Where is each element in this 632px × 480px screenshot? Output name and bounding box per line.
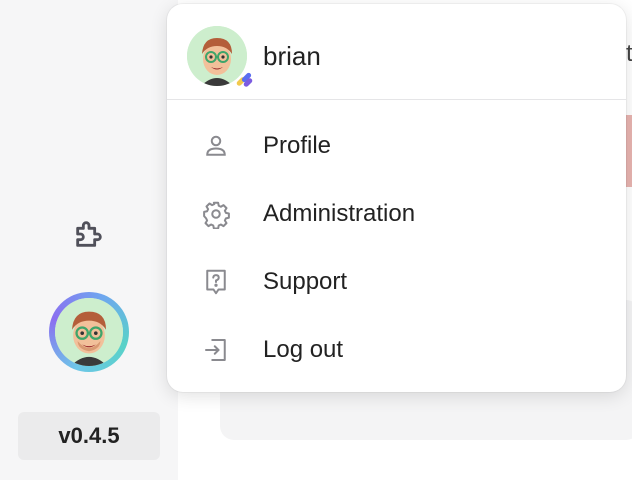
menu-item-label: Administration (263, 200, 416, 227)
user-icon (206, 135, 226, 156)
menu-item-label: Support (263, 268, 348, 295)
gear-icon (203, 201, 230, 229)
user-menu-header: brian (167, 4, 626, 100)
menu-item-support[interactable]: Support (167, 252, 626, 312)
menu-item-label: Profile (263, 132, 332, 159)
accent-strip (626, 115, 632, 187)
menu-item-administration[interactable]: Administration (167, 184, 626, 244)
username: brian (263, 41, 321, 71)
menu-item-label: Log out (263, 336, 344, 363)
user-avatar-button[interactable] (49, 292, 129, 372)
logout-icon (205, 339, 226, 361)
avatar (55, 298, 123, 366)
version-label: v0.4.5 (18, 412, 160, 460)
memoji-avatar (55, 298, 123, 366)
partial-heading-text: t (626, 40, 632, 67)
status-badge-icon (236, 72, 253, 87)
menu-item-profile[interactable]: Profile (167, 116, 626, 176)
help-icon (206, 269, 226, 295)
menu-item-logout[interactable]: Log out (167, 320, 626, 380)
sidebar: v0.4.5 (0, 0, 178, 480)
puzzle-icon (76, 221, 102, 247)
user-menu: brian Profile Administration Support Log… (167, 4, 626, 392)
plugins-button[interactable] (68, 214, 110, 254)
